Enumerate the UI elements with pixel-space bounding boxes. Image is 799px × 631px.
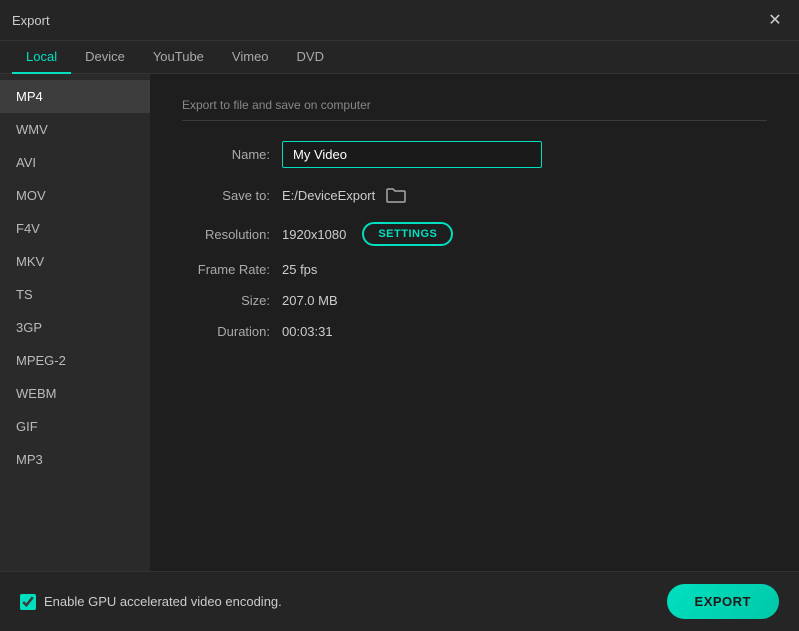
duration-label: Duration: — [182, 324, 282, 339]
tab-youtube[interactable]: YouTube — [139, 41, 218, 74]
title-bar: Export ✕ — [0, 0, 799, 41]
format-3gp[interactable]: 3GP — [0, 311, 150, 344]
gpu-area: Enable GPU accelerated video encoding. — [20, 594, 282, 610]
size-row: Size: 207.0 MB — [182, 293, 767, 308]
tab-local[interactable]: Local — [12, 41, 71, 74]
export-subtitle: Export to file and save on computer — [182, 98, 767, 121]
format-mkv[interactable]: MKV — [0, 245, 150, 278]
format-webm[interactable]: WEBM — [0, 377, 150, 410]
framerate-row: Frame Rate: 25 fps — [182, 262, 767, 277]
format-mp3[interactable]: MP3 — [0, 443, 150, 476]
saveto-value: E:/DeviceExport — [282, 188, 375, 203]
format-mpeg2[interactable]: MPEG-2 — [0, 344, 150, 377]
settings-button[interactable]: SETTINGS — [362, 222, 453, 246]
gpu-checkbox[interactable] — [20, 594, 36, 610]
format-f4v[interactable]: F4V — [0, 212, 150, 245]
saveto-row: Save to: E:/DeviceExport — [182, 184, 767, 206]
window-title: Export — [12, 13, 50, 28]
framerate-value: 25 fps — [282, 262, 317, 277]
format-mp4[interactable]: MP4 — [0, 80, 150, 113]
tab-dvd[interactable]: DVD — [283, 41, 338, 74]
size-label: Size: — [182, 293, 282, 308]
folder-icon[interactable] — [383, 184, 409, 206]
gpu-label: Enable GPU accelerated video encoding. — [44, 594, 282, 609]
size-value: 207.0 MB — [282, 293, 338, 308]
main-content: MP4 WMV AVI MOV F4V MKV TS 3GP MPEG-2 WE… — [0, 74, 799, 571]
format-gif[interactable]: GIF — [0, 410, 150, 443]
name-row: Name: — [182, 141, 767, 168]
framerate-label: Frame Rate: — [182, 262, 282, 277]
format-list: MP4 WMV AVI MOV F4V MKV TS 3GP MPEG-2 WE… — [0, 74, 150, 571]
close-button[interactable]: ✕ — [763, 8, 787, 32]
tabs-bar: Local Device YouTube Vimeo DVD — [0, 41, 799, 74]
format-avi[interactable]: AVI — [0, 146, 150, 179]
duration-value: 00:03:31 — [282, 324, 333, 339]
export-panel: Export to file and save on computer Name… — [150, 74, 799, 571]
name-input[interactable] — [282, 141, 542, 168]
bottom-bar: Enable GPU accelerated video encoding. E… — [0, 571, 799, 631]
saveto-container: E:/DeviceExport — [282, 184, 409, 206]
format-ts[interactable]: TS — [0, 278, 150, 311]
resolution-value: 1920x1080 — [282, 227, 346, 242]
format-mov[interactable]: MOV — [0, 179, 150, 212]
resolution-row: Resolution: 1920x1080 SETTINGS — [182, 222, 767, 246]
tab-device[interactable]: Device — [71, 41, 139, 74]
saveto-label: Save to: — [182, 188, 282, 203]
resolution-label: Resolution: — [182, 227, 282, 242]
duration-row: Duration: 00:03:31 — [182, 324, 767, 339]
name-label: Name: — [182, 147, 282, 162]
tab-vimeo[interactable]: Vimeo — [218, 41, 283, 74]
format-wmv[interactable]: WMV — [0, 113, 150, 146]
export-button[interactable]: EXPORT — [667, 584, 779, 619]
